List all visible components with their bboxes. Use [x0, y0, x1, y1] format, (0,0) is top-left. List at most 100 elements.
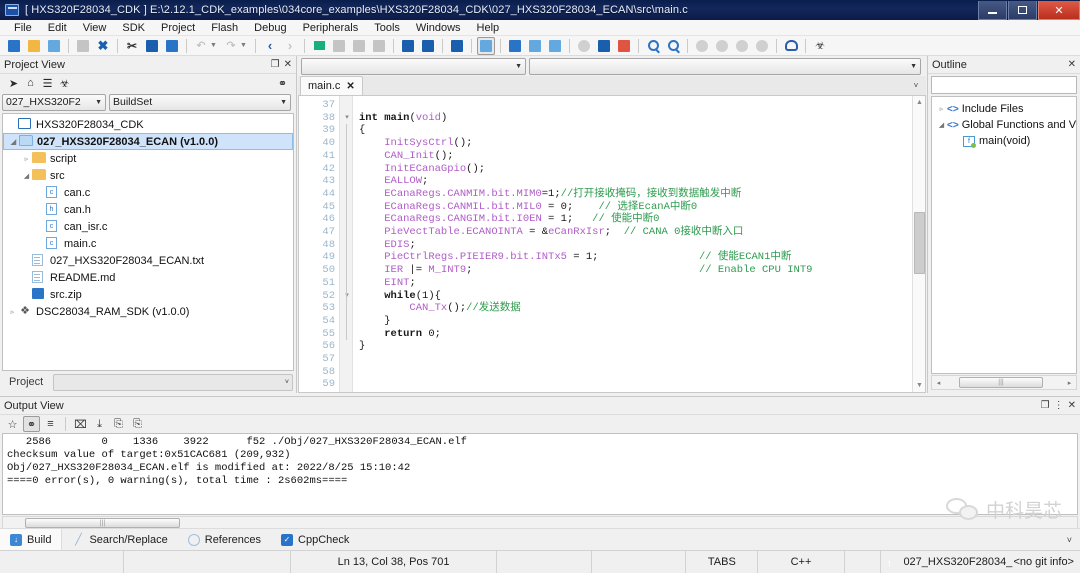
outline-item[interactable]: ▹ <> Include Files [932, 101, 1076, 117]
zoom-out-button[interactable] [664, 37, 682, 55]
link-disabled-button[interactable] [713, 37, 731, 55]
float-icon[interactable]: ❐ [1041, 400, 1050, 411]
wrap-lines-icon[interactable]: ≡ [42, 416, 59, 432]
menu-item-debug[interactable]: Debug [246, 20, 294, 36]
home-icon[interactable]: ⌂ [22, 75, 39, 91]
tree-item[interactable]: ▹ ❖ DSC28034_RAM_SDK (v1.0.0) [3, 303, 293, 320]
tab-list-button[interactable]: ˅ [906, 76, 926, 95]
calculator-button[interactable] [615, 37, 633, 55]
close-icon[interactable]: ✕ [284, 59, 292, 70]
tree-item[interactable]: c can.c [3, 184, 293, 201]
code-line[interactable] [359, 378, 925, 391]
tab-project[interactable]: Project [3, 376, 49, 388]
device-button[interactable] [595, 37, 613, 55]
tree-item[interactable]: ◢ src [3, 167, 293, 184]
code-line[interactable] [359, 353, 925, 366]
editor-vertical-scrollbar[interactable]: ▲ ▼ [912, 96, 925, 392]
editor-scroll-thumb[interactable] [914, 212, 925, 274]
code-line[interactable]: CAN_Tx();//发送数据 [359, 302, 925, 315]
scroll-right-arrow[interactable]: ▸ [1063, 379, 1076, 387]
breakpoint-button[interactable] [693, 37, 711, 55]
new-file-button[interactable] [5, 37, 23, 55]
paste-output-icon[interactable]: ⎘ [129, 416, 146, 432]
bottom-tab-cppcheck[interactable]: ✓ CppCheck [271, 529, 359, 551]
close-file-button[interactable]: ✖ [94, 37, 112, 55]
tree-item[interactable]: ◢ 027_HXS320F28034_ECAN (v1.0.0) [3, 133, 293, 150]
close-icon[interactable]: ✕ [1068, 400, 1076, 411]
unlink-button[interactable] [753, 37, 771, 55]
open-file-button[interactable] [45, 37, 63, 55]
format-code-button[interactable] [477, 36, 495, 55]
code-line[interactable]: } [359, 315, 925, 328]
find-replace-button[interactable] [419, 37, 437, 55]
expander-icon[interactable]: ▹ [21, 155, 32, 163]
project-footer-dropdown[interactable]: ˅ [53, 373, 293, 391]
code-line[interactable]: EINT; [359, 277, 925, 290]
source-code[interactable]: int main(void){ InitSysCtrl(); CAN_Init(… [353, 96, 925, 392]
copy-button[interactable] [143, 37, 161, 55]
zoom-in-button[interactable] [644, 37, 662, 55]
undo-dropdown[interactable]: ▼ [210, 37, 220, 55]
code-line[interactable]: CAN_Init(); [359, 150, 925, 163]
tree-item[interactable]: h can.h [3, 201, 293, 218]
code-line[interactable]: return 0; [359, 328, 925, 341]
link-icon[interactable]: ⚭ [274, 75, 291, 91]
fold-toggle-main[interactable]: ▾ [343, 114, 351, 122]
code-line[interactable]: EALLOW; [359, 175, 925, 188]
float-icon[interactable]: ❐ [271, 59, 280, 70]
find-button[interactable] [399, 37, 417, 55]
code-line[interactable]: } [359, 340, 925, 353]
expander-icon[interactable]: ◢ [21, 172, 32, 180]
outline-item[interactable]: f main(void) [932, 133, 1076, 149]
support-headset-button[interactable] [782, 37, 800, 55]
bug-report-button[interactable]: ☣ [811, 37, 829, 55]
copy-output-icon[interactable]: ⎘ [110, 416, 127, 432]
bottom-tab-searchreplace[interactable]: ╱ Search/Replace [62, 529, 177, 551]
cut-button[interactable]: ✂ [123, 37, 141, 55]
menu-item-project[interactable]: Project [153, 20, 203, 36]
project-tree[interactable]: HXS320F28034_CDK ◢ 027_HXS320F28034_ECAN (… [2, 113, 294, 371]
collapse-icon[interactable]: ☰ [39, 75, 56, 91]
tree-item[interactable]: ▹ script [3, 150, 293, 167]
navigate-back-button[interactable]: ‹ [261, 37, 279, 55]
code-line[interactable]: ECanaRegs.CANGIM.bit.I0EN = 1; // 使能中断0 [359, 213, 925, 226]
menu-item-file[interactable]: File [6, 20, 40, 36]
save-button[interactable] [74, 37, 92, 55]
menu-item-windows[interactable]: Windows [408, 20, 469, 36]
code-line[interactable]: int main(void) [359, 112, 925, 125]
menu-item-view[interactable]: View [75, 20, 115, 36]
scroll-down-arrow[interactable]: ▼ [915, 381, 924, 390]
symbol-select[interactable]: ▼ [529, 58, 921, 75]
menu-item-tools[interactable]: Tools [366, 20, 408, 36]
debug-circle-button[interactable] [575, 37, 593, 55]
tab-main-c[interactable]: main.c ✕ [300, 76, 363, 95]
code-line[interactable]: { [359, 124, 925, 137]
expander-icon[interactable]: ▹ [7, 308, 18, 316]
tree-item[interactable]: c can_isr.c [3, 218, 293, 235]
bottom-tabs-overflow-button[interactable]: ˅ [1067, 535, 1080, 545]
outline-horizontal-scrollbar[interactable]: ◂ ||| ▸ [931, 375, 1077, 390]
code-editor[interactable]: 37 38 39 40 41 42 43 44 45 46 47 48 49 50 51 52 53 54 55 56… [298, 96, 926, 393]
bottom-tab-references[interactable]: References [178, 529, 271, 551]
bottom-tab-build[interactable]: ↓ Build [0, 528, 63, 551]
rebuild-button[interactable] [370, 37, 388, 55]
erase-flash-button[interactable] [546, 37, 564, 55]
bug-icon[interactable]: ☣ [56, 75, 73, 91]
open-folder-button[interactable] [25, 37, 43, 55]
code-line[interactable]: InitSysCtrl(); [359, 137, 925, 150]
code-line[interactable] [359, 366, 925, 379]
outline-item[interactable]: ◢ <> Global Functions and V [932, 117, 1076, 133]
navigate-forward-button[interactable]: › [281, 37, 299, 55]
menu-icon[interactable]: ⋮ [1054, 400, 1064, 411]
menu-item-flash[interactable]: Flash [203, 20, 246, 36]
tree-item[interactable]: HXS320F28034_CDK [3, 116, 293, 133]
save-output-icon[interactable]: ⤓ [91, 416, 108, 432]
code-line[interactable]: while(1){ [359, 290, 925, 303]
paste-button[interactable] [163, 37, 181, 55]
outline-tree[interactable]: ▹ <> Include Files ◢ <> Global Functions and … [931, 96, 1077, 374]
scroll-left-arrow[interactable]: ◂ [932, 379, 945, 387]
maximize-button[interactable] [1008, 1, 1037, 20]
find-in-files-button[interactable] [448, 37, 466, 55]
code-line[interactable] [359, 99, 925, 112]
code-line[interactable]: ECanaRegs.CANMIL.bit.MIL0 = 0; // 选择Ecan… [359, 201, 925, 214]
